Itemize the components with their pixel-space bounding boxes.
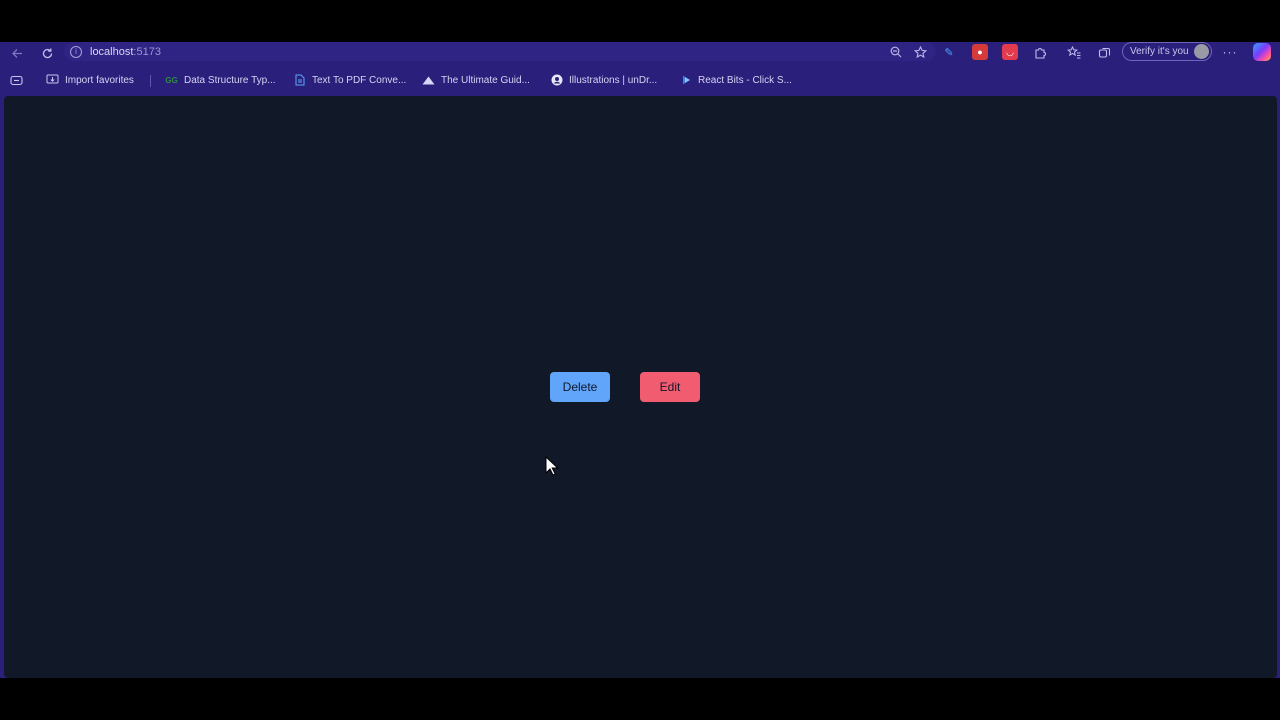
bookmark-label: Data Structure Typ... — [184, 74, 276, 86]
back-button[interactable] — [8, 44, 26, 62]
url-port: :5173 — [133, 45, 161, 58]
undraw-logo-icon — [550, 74, 563, 87]
bookmarks-divider — [150, 75, 151, 87]
reload-icon — [42, 48, 52, 58]
bookmarks-bar: Import favorites GG Data Structure Typ..… — [0, 68, 1280, 92]
gfg-logo-icon: GG — [165, 75, 178, 85]
collections-icon[interactable] — [1096, 44, 1112, 60]
site-info-icon[interactable]: i — [70, 45, 82, 58]
mountain-icon — [422, 74, 435, 87]
browser-toolbar: i localhost:5173 ✎ ● ◡ Verify it's you ·… — [0, 42, 1280, 64]
react-bits-logo-icon — [679, 74, 692, 87]
bookmark-label: React Bits - Click S... — [698, 74, 792, 86]
bookmark-illustrations[interactable]: Illustrations | unDr... — [550, 72, 657, 88]
letterbox-bottom — [0, 678, 1280, 720]
pocket-extension-icon[interactable]: ◡ — [1002, 44, 1018, 60]
arrow-left-icon — [11, 48, 22, 58]
browser-window: i localhost:5173 ✎ ● ◡ Verify it's you ·… — [0, 42, 1280, 678]
edit-button[interactable]: Edit — [640, 372, 700, 402]
bookmark-label: Text To PDF Conve... — [312, 74, 407, 86]
reload-button[interactable] — [38, 44, 56, 62]
favorites-icon[interactable] — [1066, 44, 1082, 60]
bookmark-text-to-pdf[interactable]: Text To PDF Conve... — [293, 72, 406, 88]
mouse-pointer-icon — [545, 456, 559, 476]
bookmark-import-favorites[interactable]: Import favorites — [46, 72, 134, 88]
bookmark-label: The Ultimate Guid... — [441, 74, 530, 86]
extensions-puzzle-icon[interactable] — [1032, 44, 1048, 60]
tab-actions-icon[interactable] — [10, 72, 23, 88]
address-bar[interactable]: i localhost:5173 — [64, 42, 936, 61]
bookmark-label: Import favorites — [65, 74, 134, 86]
bookmark-label: Illustrations | unDr... — [569, 74, 658, 86]
star-icon[interactable] — [912, 44, 928, 60]
bookmark-react-bits[interactable]: React Bits - Click S... — [679, 72, 792, 88]
bookmark-data-structure[interactable]: GG Data Structure Typ... — [165, 72, 276, 88]
url-host: localhost — [90, 45, 134, 58]
letterbox-top — [0, 0, 1280, 42]
profile-label: Verify it's you — [1130, 46, 1189, 57]
import-icon — [46, 74, 59, 87]
profile-button[interactable]: Verify it's you — [1122, 42, 1212, 61]
copilot-icon[interactable] — [1253, 43, 1271, 61]
page-viewport: Delete Edit — [4, 96, 1277, 678]
pen-extension-icon[interactable]: ✎ — [941, 44, 957, 60]
document-text-icon — [293, 74, 306, 87]
url-text: localhost:5173 — [90, 46, 161, 58]
more-menu-icon[interactable]: ··· — [1222, 44, 1238, 60]
zoom-out-icon[interactable] — [888, 44, 904, 60]
avatar — [1194, 44, 1209, 59]
red-extension-icon[interactable]: ● — [972, 44, 988, 60]
delete-button[interactable]: Delete — [550, 372, 610, 402]
bookmark-ultimate-guide[interactable]: The Ultimate Guid... — [422, 72, 530, 88]
